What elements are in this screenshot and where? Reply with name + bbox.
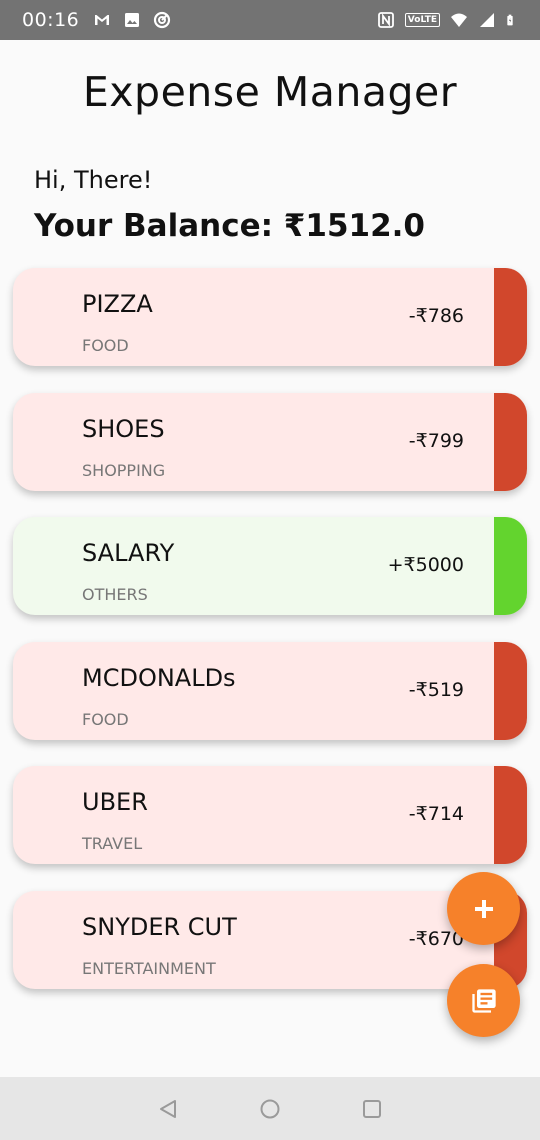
balance-text: Your Balance: ₹1512.0 (34, 208, 425, 244)
transaction-amount: -₹799 (408, 429, 464, 452)
transaction-name: MCDONALDs (82, 663, 236, 692)
transaction-name: SALARY (82, 539, 175, 567)
transaction-category: FOOD (82, 709, 129, 729)
status-time: 00:16 (22, 9, 80, 31)
image-icon (125, 13, 140, 27)
volte-icon: VoLTE (404, 13, 440, 27)
transaction-name: SNYDER CUT (82, 912, 237, 941)
transaction-category: ENTERTAINMENT (82, 958, 216, 978)
view-report-button[interactable] (447, 964, 520, 1037)
transaction-amount: -₹786 (408, 305, 464, 327)
transaction-amount: +₹5000 (387, 554, 464, 576)
status-bar: 00:16 VoLTE (0, 0, 540, 40)
add-transaction-button[interactable] (447, 872, 520, 945)
transaction-type-stripe (494, 392, 527, 491)
transaction-card[interactable]: MCDONALDs FOOD -₹519 (13, 641, 527, 740)
transaction-type-stripe (494, 641, 527, 740)
transaction-amount: -₹714 (408, 803, 464, 825)
transaction-name: PIZZA (82, 290, 153, 318)
transaction-category: FOOD (82, 336, 129, 355)
gmail-icon (95, 15, 110, 25)
sync-icon (154, 11, 171, 29)
recents-icon[interactable] (361, 1098, 383, 1120)
battery-icon (507, 14, 513, 26)
transaction-type-stripe (494, 517, 527, 615)
transaction-amount: -₹519 (408, 678, 464, 701)
status-left-icons (93, 11, 171, 29)
status-right-icons: VoLTE (377, 11, 518, 29)
greeting-text: Hi, There! (34, 166, 153, 194)
transaction-card[interactable]: SHOES SHOPPING -₹799 (13, 392, 527, 491)
transaction-type-stripe (494, 766, 527, 864)
transaction-category: SHOPPING (82, 460, 166, 480)
transaction-name: SHOES (82, 414, 165, 443)
system-nav-bar (0, 1077, 540, 1140)
transaction-card[interactable]: SALARY OTHERS +₹5000 (13, 517, 527, 615)
plus-icon (474, 899, 493, 918)
signal-icon (480, 13, 494, 27)
transaction-type-stripe (494, 268, 527, 366)
transaction-card[interactable]: PIZZA FOOD -₹786 (13, 268, 527, 366)
wifi-icon (451, 13, 467, 27)
back-icon[interactable] (157, 1098, 179, 1120)
app-title: Expense Manager (82, 68, 458, 116)
transaction-card[interactable]: UBER TRAVEL -₹714 (13, 766, 527, 864)
transaction-category: OTHERS (82, 585, 148, 604)
nfc-icon (377, 12, 394, 28)
home-icon[interactable] (259, 1098, 281, 1120)
transaction-category: TRAVEL (82, 834, 143, 853)
transaction-name: UBER (82, 788, 148, 816)
library-books-icon (471, 988, 496, 1013)
